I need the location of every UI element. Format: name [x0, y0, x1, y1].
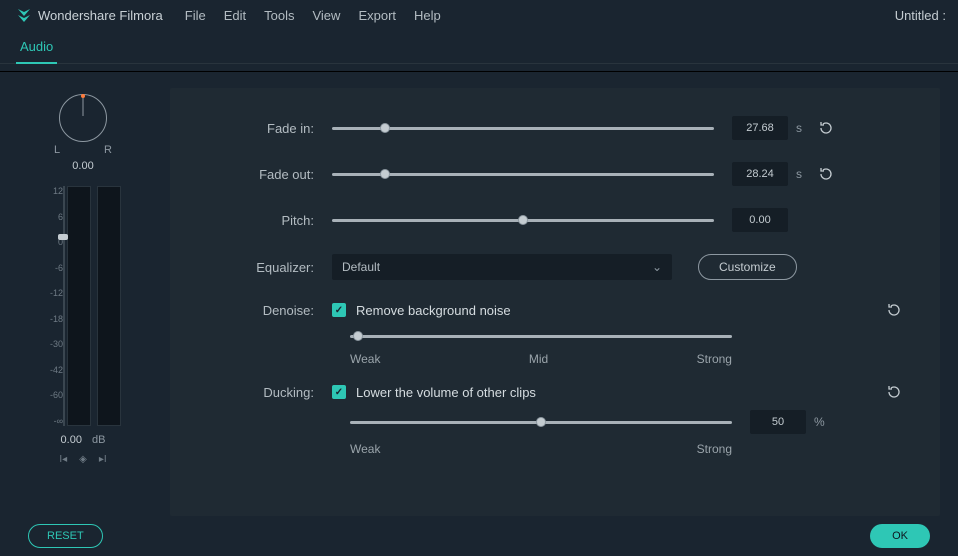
fade-out-slider[interactable] [332, 166, 714, 182]
denoise-label: Denoise: [206, 303, 332, 318]
audio-settings-panel: Fade in: 27.68 s Fade out: 28.24 s Pitch [170, 88, 940, 516]
volume-slider[interactable] [61, 186, 67, 426]
fade-in-label: Fade in: [206, 121, 332, 136]
pan-value: 0.00 [72, 160, 93, 172]
menu-view[interactable]: View [312, 8, 340, 23]
meter-left [67, 186, 91, 426]
app-name: Wondershare Filmora [38, 8, 163, 23]
customize-button[interactable]: Customize [698, 254, 797, 280]
app-logo: Wondershare Filmora [16, 7, 163, 23]
ducking-checkbox-label: Lower the volume of other clips [356, 385, 536, 400]
pan-knob[interactable] [59, 94, 107, 142]
tab-bar: Audio [0, 30, 958, 64]
ok-button[interactable]: OK [870, 524, 930, 548]
denoise-checkbox[interactable]: ✓ [332, 303, 346, 317]
playback-controls: I◂ ◈ ▸I [59, 454, 106, 465]
denoise-checkbox-label: Remove background noise [356, 303, 511, 318]
pitch-label: Pitch: [206, 213, 332, 228]
next-icon[interactable]: ▸I [99, 454, 107, 465]
menu-help[interactable]: Help [414, 8, 441, 23]
ducking-label: Ducking: [206, 385, 332, 400]
prev-icon[interactable]: I◂ [59, 454, 67, 465]
pan-right-label: R [104, 144, 112, 156]
ducking-legend-weak: Weak [350, 442, 380, 456]
db-value: 0.00 [61, 434, 82, 446]
pitch-value[interactable]: 0.00 [732, 208, 788, 232]
menu-tools[interactable]: Tools [264, 8, 294, 23]
footer: RESET OK [0, 516, 958, 556]
ducking-slider[interactable] [350, 414, 732, 430]
ducking-checkbox[interactable]: ✓ [332, 385, 346, 399]
fade-out-label: Fade out: [206, 167, 332, 182]
ducking-legend-strong: Strong [697, 442, 732, 456]
fade-in-reset-icon[interactable] [818, 120, 836, 136]
fade-in-slider[interactable] [332, 120, 714, 136]
ducking-unit: % [814, 415, 828, 429]
chevron-down-icon: ⌄ [652, 260, 662, 274]
denoise-reset-icon[interactable] [886, 302, 904, 318]
ducking-reset-icon[interactable] [886, 384, 904, 400]
divider [0, 64, 958, 72]
equalizer-label: Equalizer: [206, 260, 332, 275]
denoise-legend-strong: Strong [697, 352, 732, 366]
denoise-legend-weak: Weak [350, 352, 380, 366]
document-name: Untitled : [895, 8, 946, 23]
tab-audio[interactable]: Audio [16, 39, 57, 64]
db-unit: dB [92, 434, 105, 446]
fade-in-value[interactable]: 27.68 [732, 116, 788, 140]
denoise-slider[interactable] [350, 328, 732, 344]
meter-panel: L R 0.00 126 0-6 -12-18 -30-42 -60-∞ 0.0… [18, 88, 148, 516]
denoise-legend-mid: Mid [529, 352, 548, 366]
menu-file[interactable]: File [185, 8, 206, 23]
menu-export[interactable]: Export [358, 8, 396, 23]
reset-button[interactable]: RESET [28, 524, 103, 548]
fade-out-unit: s [796, 167, 810, 181]
equalizer-selected: Default [342, 260, 380, 274]
fade-out-value[interactable]: 28.24 [732, 162, 788, 186]
meter-right [97, 186, 121, 426]
level-meters [67, 186, 121, 426]
menu-edit[interactable]: Edit [224, 8, 246, 23]
logo-icon [16, 7, 32, 23]
pan-left-label: L [54, 144, 60, 156]
fade-in-unit: s [796, 121, 810, 135]
pitch-slider[interactable] [332, 212, 714, 228]
menu-bar: Wondershare Filmora File Edit Tools View… [0, 0, 958, 30]
fade-out-reset-icon[interactable] [818, 166, 836, 182]
menus: File Edit Tools View Export Help [185, 8, 441, 23]
ducking-value[interactable]: 50 [750, 410, 806, 434]
play-icon[interactable]: ◈ [79, 454, 87, 465]
equalizer-select[interactable]: Default ⌄ [332, 254, 672, 280]
